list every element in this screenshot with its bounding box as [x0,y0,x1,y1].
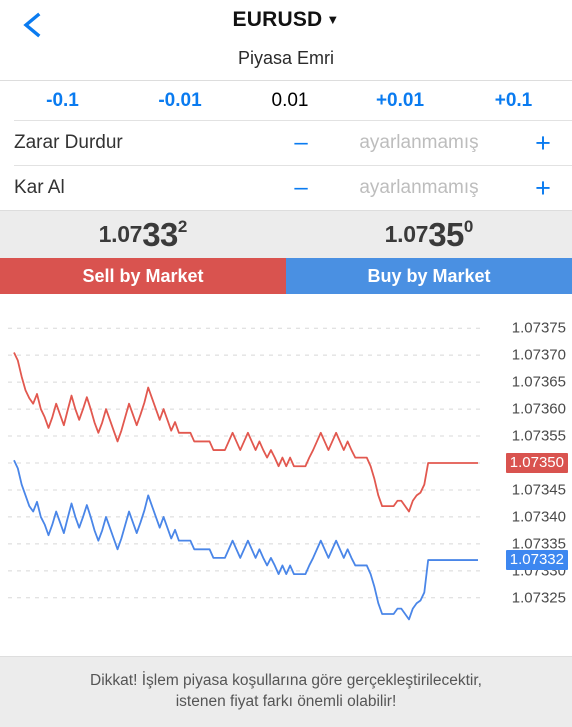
stop-loss-value[interactable]: ayarlanmamış [324,132,514,154]
volume-value[interactable]: 0.01 [235,90,345,112]
take-profit-decrement-button[interactable]: – [278,176,324,200]
volume-stepper: -0.1 -0.01 0.01 +0.01 +0.1 [0,81,572,120]
ask-price-prefix: 1.07 [384,221,429,247]
stop-loss-increment-button[interactable]: + [514,129,572,157]
chevron-down-icon: ▼ [326,12,340,27]
warning-line-2: istenen fiyat farkı önemli olabilir! [175,693,397,710]
warning-text: Dikkat! İşlem piyasa koşullarına göre ge… [72,671,500,713]
symbol-label: EURUSD [232,8,323,31]
ask-price-tag: 1.07350 [505,453,568,473]
y-axis-tick: 1.07340 [511,508,566,526]
stop-loss-decrement-button[interactable]: – [278,131,324,155]
bid-price[interactable]: 1.07 33 2 [0,211,286,258]
bid-price-prefix: 1.07 [98,221,143,247]
volume-increment-small-button[interactable]: +0.01 [345,90,455,112]
tick-chart-svg [8,327,480,621]
sell-by-market-button[interactable]: Sell by Market [0,258,286,294]
take-profit-increment-button[interactable]: + [514,174,572,202]
y-axis-tick: 1.07365 [511,373,566,391]
quote-strip: 1.07 33 2 1.07 35 0 [0,211,572,258]
action-buttons: Sell by Market Buy by Market [0,258,572,294]
volume-decrement-small-button[interactable]: -0.01 [125,90,235,112]
ask-price[interactable]: 1.07 35 0 [286,211,572,258]
bid-price-big: 33 [142,215,178,253]
ask-price-fraction: 0 [463,216,474,236]
warning-footer: Dikkat! İşlem piyasa koşullarına göre ge… [0,656,572,727]
y-axis-tick: 1.07360 [511,400,566,418]
navigation-bar: EURUSD ▼ [0,0,572,48]
bid-price-fraction: 2 [177,216,188,236]
ask-price-big: 35 [428,215,464,253]
tick-chart[interactable]: 1.07375 1.07370 1.07365 1.07360 1.07355 1.073… [0,294,572,656]
volume-increment-large-button[interactable]: +0.1 [455,90,572,112]
y-axis-tick: 1.07325 [511,589,566,607]
warning-line-1: Dikkat! İşlem piyasa koşullarına göre ge… [90,672,482,690]
take-profit-value[interactable]: ayarlanmamış [324,177,514,199]
take-profit-label: Kar Al [14,177,65,198]
take-profit-row: Kar Al – ayarlanmamış + [0,166,572,210]
stop-loss-row: Zarar Durdur – ayarlanmamış + [0,121,572,165]
y-axis-tick: 1.07355 [511,427,566,445]
y-axis-tick: 1.07345 [511,481,566,499]
buy-by-market-button[interactable]: Buy by Market [286,258,572,294]
y-axis-tick: 1.07370 [511,346,566,364]
trade-screen: EURUSD ▼ Piyasa Emri -0.1 -0.01 0.01 +0.0… [0,0,572,727]
y-axis-tick: 1.07375 [511,319,566,337]
stop-loss-label: Zarar Durdur [14,132,123,153]
volume-decrement-large-button[interactable]: -0.1 [0,90,125,112]
symbol-selector[interactable]: EURUSD ▼ [0,8,572,32]
order-type-label: Piyasa Emri [237,48,335,68]
bid-price-tag: 1.07332 [505,550,568,571]
